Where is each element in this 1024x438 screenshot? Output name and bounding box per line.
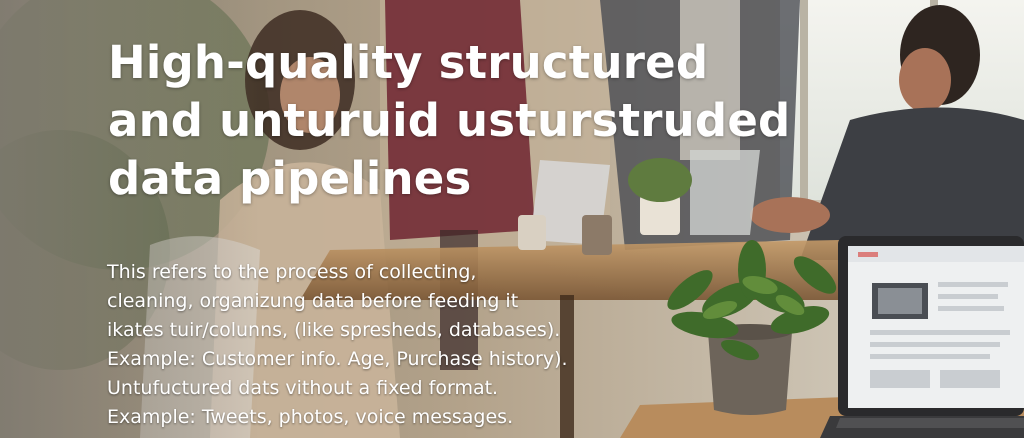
description-line: Untufuctured dats vithout a fixed format… (107, 377, 499, 399)
description-line: Example: Tweets, photos, voice messages. (107, 406, 514, 428)
description-line: This refers to the process of collecting… (107, 261, 477, 283)
headline-line: and unturuid usturstruded (108, 94, 791, 147)
headline-line: High-quality structured (108, 36, 709, 89)
description-line: Example: Customer info. Age, Purchase hi… (107, 348, 568, 370)
description-line: cleaning, organizung data before feeding… (107, 290, 519, 312)
description-text: This refers to the process of collecting… (107, 258, 627, 432)
headline: High-quality structured and unturuid ust… (108, 34, 808, 208)
description-line: ikates tuir/colunns, (like spresheds, da… (107, 319, 561, 341)
headline-line: data pipelines (108, 152, 472, 205)
